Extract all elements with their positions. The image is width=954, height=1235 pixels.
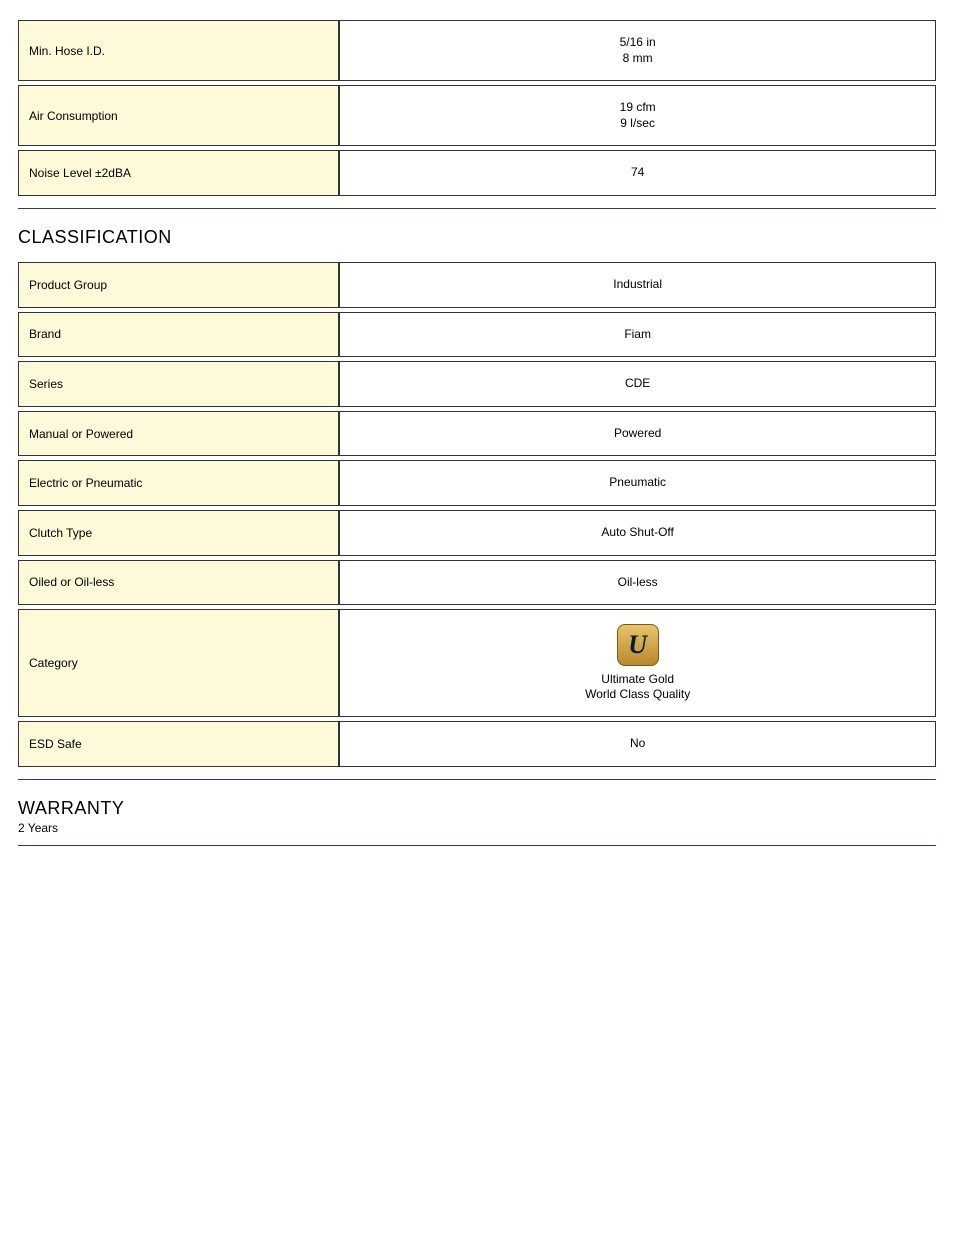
spec-value: Auto Shut-Off bbox=[339, 510, 936, 556]
spec-label: Air Consumption bbox=[18, 85, 339, 146]
section-divider bbox=[18, 779, 936, 780]
table-row: Noise Level ±2dBA 74 bbox=[18, 150, 936, 196]
spec-value: 5/16 in8 mm bbox=[339, 20, 936, 81]
spec-value: Pneumatic bbox=[339, 460, 936, 506]
spec-label: Oiled or Oil-less bbox=[18, 560, 339, 606]
table-row-category: Category U Ultimate Gold World Class Qua… bbox=[18, 609, 936, 717]
warranty-value: 2 Years bbox=[18, 821, 936, 835]
table-row: Brand Fiam bbox=[18, 312, 936, 358]
spec-label: ESD Safe bbox=[18, 721, 339, 767]
table-row: Manual or Powered Powered bbox=[18, 411, 936, 457]
section-divider bbox=[18, 208, 936, 209]
spec-value-category: U Ultimate Gold World Class Quality bbox=[339, 609, 936, 717]
table-row: Series CDE bbox=[18, 361, 936, 407]
spec-value: 19 cfm9 l/sec bbox=[339, 85, 936, 146]
table-row: Oiled or Oil-less Oil-less bbox=[18, 560, 936, 606]
table-row: Air Consumption 19 cfm9 l/sec bbox=[18, 85, 936, 146]
spec-value: Industrial bbox=[339, 262, 936, 308]
table-row: Min. Hose I.D. 5/16 in8 mm bbox=[18, 20, 936, 81]
spec-value: 74 bbox=[339, 150, 936, 196]
spec-label: Series bbox=[18, 361, 339, 407]
classification-table: Product Group Industrial Brand Fiam Seri… bbox=[18, 258, 936, 771]
spec-value: Oil-less bbox=[339, 560, 936, 606]
classification-heading: CLASSIFICATION bbox=[18, 227, 936, 248]
spec-label: Brand bbox=[18, 312, 339, 358]
spec-label: Clutch Type bbox=[18, 510, 339, 556]
warranty-heading: WARRANTY bbox=[18, 798, 936, 819]
table-row: Clutch Type Auto Shut-Off bbox=[18, 510, 936, 556]
table-row: Electric or Pneumatic Pneumatic bbox=[18, 460, 936, 506]
table-row: ESD Safe No bbox=[18, 721, 936, 767]
category-caption-line2: World Class Quality bbox=[585, 687, 690, 701]
spec-label: Min. Hose I.D. bbox=[18, 20, 339, 81]
spec-value: Fiam bbox=[339, 312, 936, 358]
spec-value: No bbox=[339, 721, 936, 767]
section-divider bbox=[18, 845, 936, 846]
spec-label: Product Group bbox=[18, 262, 339, 308]
category-caption: Ultimate Gold World Class Quality bbox=[350, 672, 925, 702]
spec-value: CDE bbox=[339, 361, 936, 407]
category-caption-line1: Ultimate Gold bbox=[601, 672, 674, 686]
spec-value: Powered bbox=[339, 411, 936, 457]
spec-label: Electric or Pneumatic bbox=[18, 460, 339, 506]
ultimate-gold-badge-icon: U bbox=[617, 624, 659, 666]
spec-label: Noise Level ±2dBA bbox=[18, 150, 339, 196]
spec-label: Category bbox=[18, 609, 339, 717]
table-row: Product Group Industrial bbox=[18, 262, 936, 308]
spec-label: Manual or Powered bbox=[18, 411, 339, 457]
spec-table-top: Min. Hose I.D. 5/16 in8 mm Air Consumpti… bbox=[18, 16, 936, 200]
